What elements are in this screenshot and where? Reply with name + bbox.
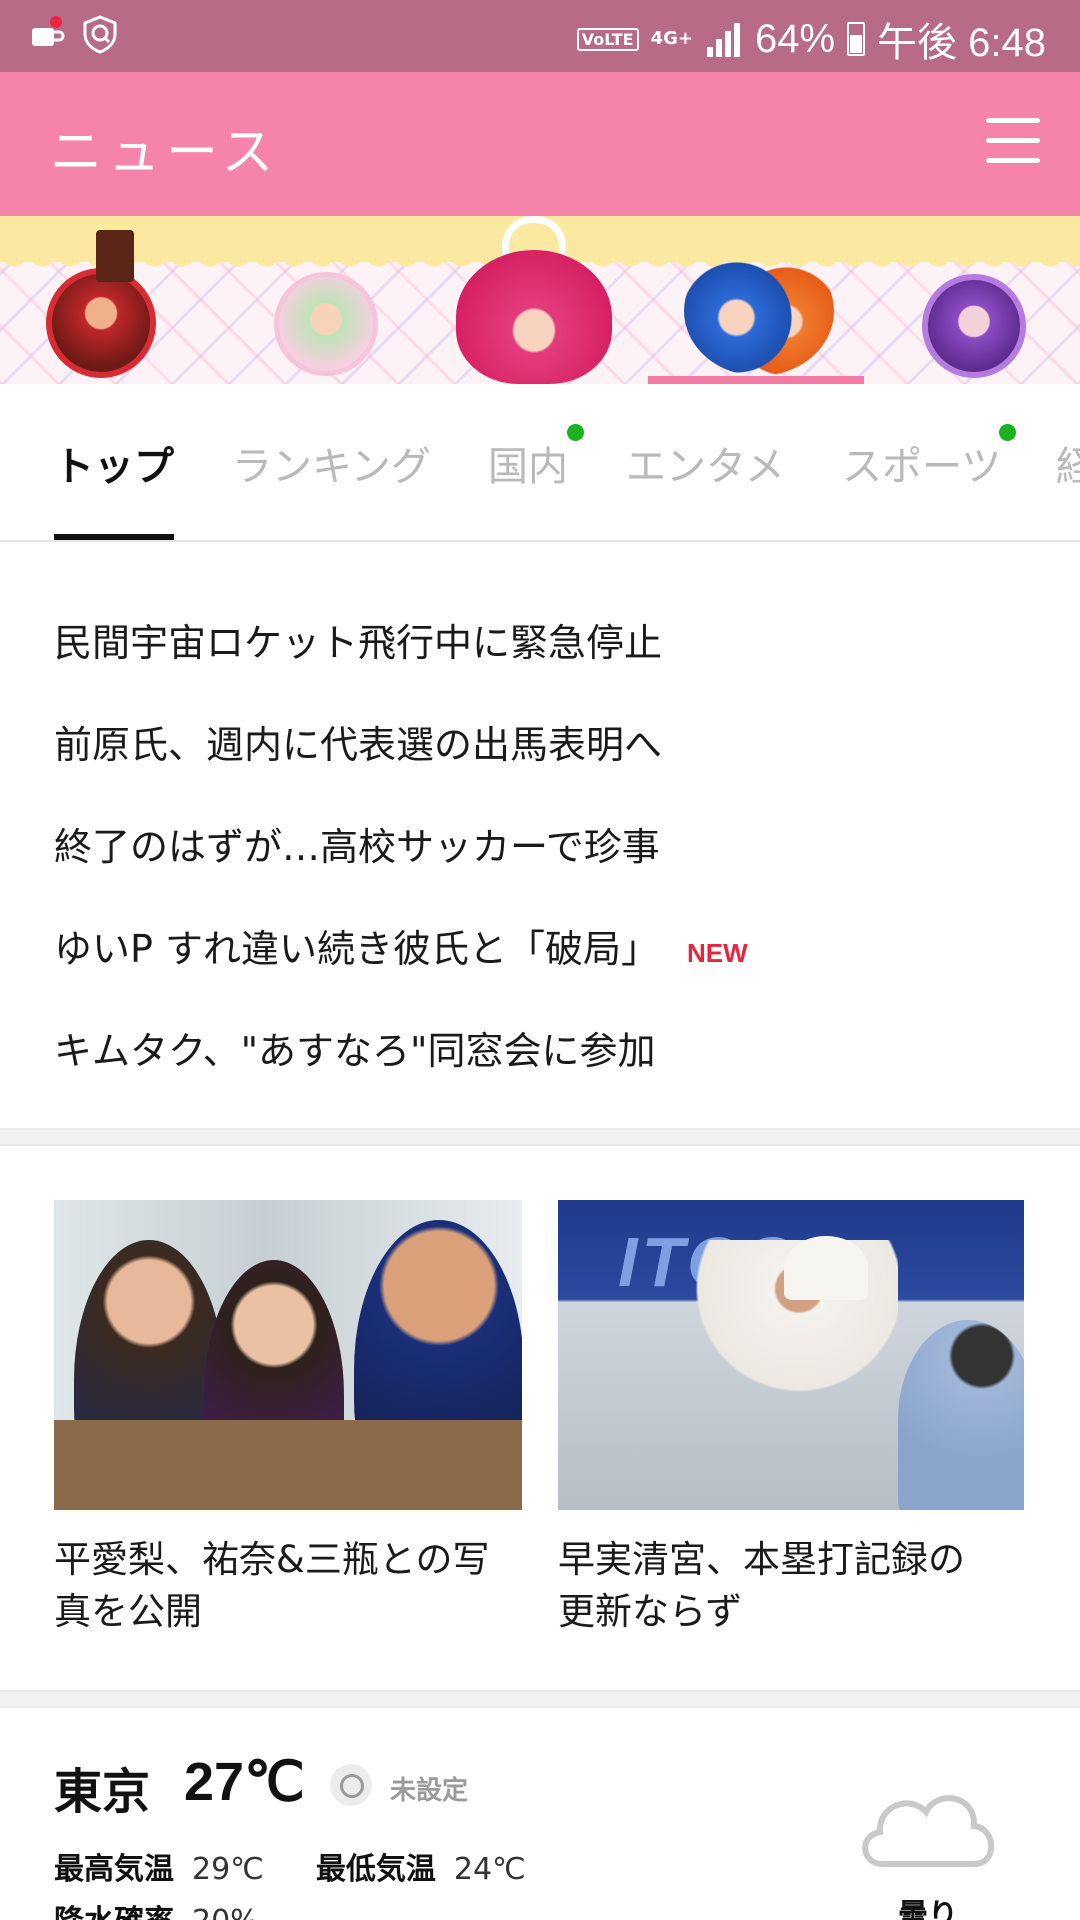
character-theme-3[interactable]: [456, 250, 612, 384]
category-tabs: トップ ランキング 国内 エンタメ スポーツ 経: [0, 384, 1080, 542]
tab-entertainment[interactable]: エンタメ: [626, 434, 785, 492]
tab-top[interactable]: トップ: [54, 434, 174, 492]
tab-domestic-new-dot: [567, 424, 584, 441]
weather-condition: 曇り: [898, 1898, 958, 1920]
headline-item[interactable]: 前原氏、週内に代表選の出馬表明へ: [54, 714, 662, 769]
signal-icon: [706, 23, 740, 57]
headline-list: 民間宇宙ロケット飛行中に緊急停止 前原氏、週内に代表選の出馬表明へ 終了のはずが…: [0, 560, 1080, 1128]
high-temp-value: 29℃: [192, 1852, 264, 1887]
location-target-icon[interactable]: [330, 1764, 372, 1806]
status-left-icons: [26, 14, 120, 54]
tab-ranking[interactable]: ランキング: [232, 434, 431, 492]
photo-article-image-1[interactable]: [54, 1200, 522, 1510]
section-divider: [0, 1128, 1080, 1146]
app-header: ニュース: [0, 72, 1080, 216]
headline-text: 民間宇宙ロケット飛行中に緊急停止: [54, 621, 663, 665]
photo-article-caption-2[interactable]: 早実清宮、本塁打記録の更新ならず: [558, 1534, 998, 1638]
tab-sports-new-dot: [999, 424, 1016, 441]
character-theme-4-selected[interactable]: [684, 246, 834, 376]
weather-widget[interactable]: 東京 27℃ 未設定 最高気温 29℃ 最低気温 24℃ 降水確率 20% 曇り: [0, 1712, 1080, 1920]
character-theme-1[interactable]: [46, 268, 156, 378]
character-theme-banner: [0, 216, 1080, 384]
low-temp-label: 最低気温: [315, 1852, 436, 1887]
photo-batter-helmet: [784, 1236, 868, 1300]
clock: 午後 6:48: [877, 21, 1046, 65]
weather-city: 東京: [54, 1764, 151, 1820]
headline-text: 終了のはずが…高校サッカーで珍事: [54, 825, 660, 869]
weather-precip-row: 降水確率 20%: [54, 1896, 311, 1920]
precip-label: 降水確率: [54, 1904, 174, 1920]
battery-percent: 64%: [754, 16, 836, 61]
shield-app-icon: [83, 15, 117, 54]
volte-indicator: VoLTE: [576, 27, 639, 51]
tab-domestic[interactable]: 国内: [488, 434, 568, 492]
photo-table: [54, 1420, 522, 1510]
character-hat-decoration: [96, 230, 134, 282]
headline-text: 前原氏、週内に代表選の出馬表明へ: [54, 723, 663, 767]
notification-cup-icon: [32, 16, 65, 46]
section-divider: [0, 1690, 1080, 1708]
location-status[interactable]: 未設定: [390, 1770, 468, 1807]
status-right: VoLTE 4G+ 64% 午後 6:48: [576, 10, 1046, 68]
headline-text: ゆいP すれ違い続き彼氏と「破局」: [54, 927, 659, 971]
status-bar: VoLTE 4G+ 64% 午後 6:48: [0, 0, 1080, 72]
new-badge: NEW: [687, 938, 748, 968]
banner-selected-indicator: [648, 376, 864, 384]
weather-high-low-row: 最高気温 29℃ 最低気温 24℃: [54, 1844, 578, 1888]
headline-item[interactable]: 民間宇宙ロケット飛行中に緊急停止: [54, 612, 662, 667]
character-theme-5[interactable]: [922, 274, 1026, 378]
page-title: ニュース: [50, 123, 280, 183]
headline-item[interactable]: ゆいP すれ違い続き彼氏と「破局」 NEW: [54, 918, 748, 973]
active-tab-underline: [54, 534, 174, 540]
precip-value: 20%: [192, 1904, 259, 1920]
network-type: 4G+: [650, 28, 693, 49]
battery-icon: [847, 22, 866, 56]
headline-text: キムタク、"あすなろ"同窓会に参加: [54, 1029, 656, 1073]
cloudy-weather-icon: [862, 1795, 995, 1867]
photo-article-caption-1[interactable]: 平愛梨、祐奈&三瓶との写真を公開: [54, 1534, 494, 1638]
weather-temperature: 27℃: [184, 1752, 305, 1812]
tab-sports[interactable]: スポーツ: [842, 434, 1001, 492]
headline-item[interactable]: 終了のはずが…高校サッカーで珍事: [54, 816, 660, 871]
tab-economy[interactable]: 経: [1056, 434, 1080, 492]
high-temp-label: 最高気温: [54, 1852, 174, 1887]
low-temp-value: 24℃: [453, 1852, 526, 1887]
photo-umpire: [898, 1320, 1024, 1510]
headline-item[interactable]: キムタク、"あすなろ"同窓会に参加: [54, 1020, 656, 1075]
hamburger-menu-icon[interactable]: [986, 118, 1040, 164]
character-theme-2[interactable]: [274, 272, 378, 376]
photo-article-image-2[interactable]: ITOS: [558, 1200, 1024, 1510]
